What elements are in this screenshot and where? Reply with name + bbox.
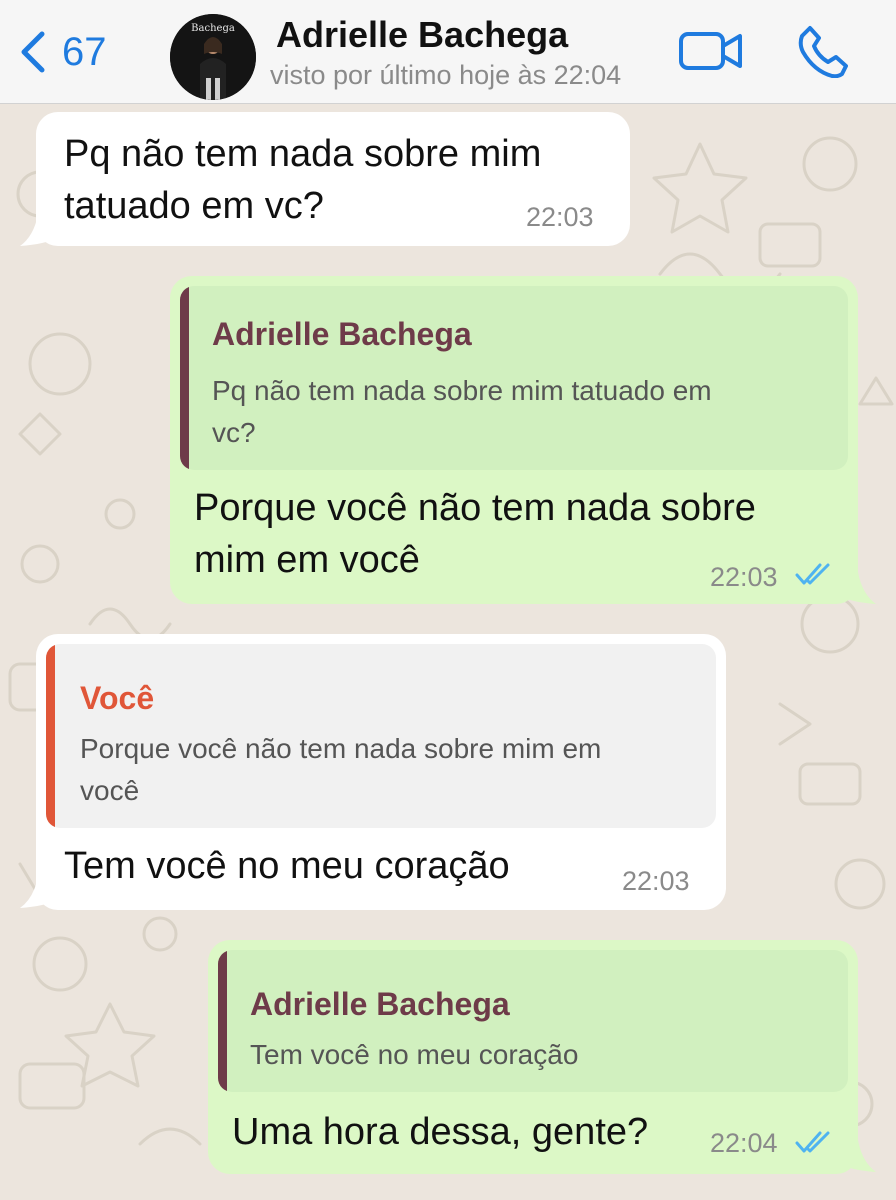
message-time: 22:03 <box>710 562 778 592</box>
double-check-icon <box>795 1131 830 1153</box>
back-button[interactable]: 67 <box>16 24 126 80</box>
video-call-button[interactable] <box>678 26 744 76</box>
quote-line: Pq não tem nada sobre mim tatuado em <box>212 375 712 406</box>
message-line: Pq não tem nada sobre mim <box>64 133 542 175</box>
avatar-logo-text: Bachega <box>191 23 235 34</box>
quote-author: Você <box>80 680 155 716</box>
quote-line: Tem você no meu coração <box>250 1039 579 1070</box>
quote-bar <box>218 950 227 1092</box>
last-seen-status: visto por último hoje às 22:04 <box>270 60 622 90</box>
message-line: mim em você <box>194 539 420 581</box>
message-line: Uma hora dessa, gente? <box>232 1111 649 1153</box>
quoted-message[interactable]: Adrielle Bachega Tem você no meu coração <box>218 950 848 1092</box>
chevron-left-icon <box>21 31 45 73</box>
quote-author: Adrielle Bachega <box>212 316 472 352</box>
quote-line: você <box>80 775 140 806</box>
quote-line: vc? <box>212 417 256 448</box>
message-time: 22:04 <box>710 1128 778 1158</box>
incoming-message[interactable]: Pq não tem nada sobre mim tatuado em vc?… <box>36 112 630 246</box>
quote-bar <box>46 644 55 828</box>
quote-line: Porque você não tem nada sobre mim em <box>80 733 602 764</box>
chat-header: 67 Bachega Adrielle Bachega visto por úl… <box>0 0 896 104</box>
message-time: 22:03 <box>526 202 594 232</box>
avatar[interactable]: Bachega <box>170 14 256 100</box>
incoming-message[interactable]: Você Porque você não tem nada sobre mim … <box>36 634 726 910</box>
quote-bar <box>180 286 189 470</box>
avatar-image: Bachega <box>170 14 256 100</box>
message-line: Tem você no meu coração <box>64 845 510 887</box>
message-line: tatuado em vc? <box>64 185 324 227</box>
double-check-icon <box>795 563 830 585</box>
phone-icon <box>798 26 848 79</box>
outgoing-message[interactable]: Adrielle Bachega Pq não tem nada sobre m… <box>170 276 858 604</box>
video-camera-icon <box>679 32 742 70</box>
quoted-message[interactable]: Adrielle Bachega Pq não tem nada sobre m… <box>180 286 848 470</box>
outgoing-message[interactable]: Adrielle Bachega Tem você no meu coração… <box>208 940 858 1174</box>
contact-name[interactable]: Adrielle Bachega <box>276 14 568 56</box>
message-time: 22:03 <box>622 866 690 896</box>
voice-call-button[interactable] <box>798 24 852 79</box>
message-line: Porque você não tem nada sobre <box>194 487 756 529</box>
quoted-message[interactable]: Você Porque você não tem nada sobre mim … <box>46 644 716 828</box>
quote-author: Adrielle Bachega <box>250 986 510 1022</box>
unread-count: 67 <box>62 29 107 74</box>
